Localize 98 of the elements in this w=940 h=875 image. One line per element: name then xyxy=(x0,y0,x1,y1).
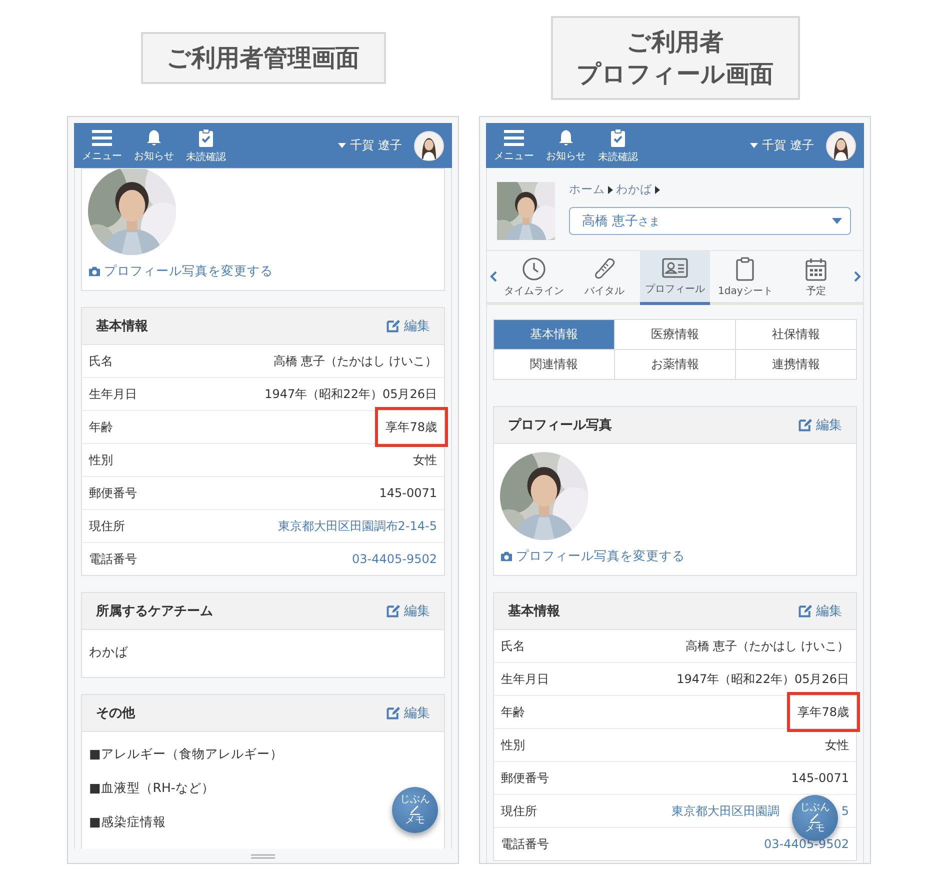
section-tab[interactable]: 関連情報 xyxy=(494,350,615,380)
breadcrumb-link[interactable]: ホーム xyxy=(569,182,605,197)
caret-icon xyxy=(655,186,660,194)
edit-link[interactable]: 編集 xyxy=(798,602,842,620)
edit-link[interactable]: 編集 xyxy=(798,416,842,434)
caret-icon xyxy=(750,143,758,148)
thermometer-icon xyxy=(592,257,617,281)
header-button[interactable]: お知らせ xyxy=(134,128,174,162)
header-button[interactable]: 未読確認 xyxy=(186,128,226,164)
edit-link[interactable]: 編集 xyxy=(386,317,430,335)
nav-tab[interactable]: 1dayシート xyxy=(710,251,781,305)
menu-icon xyxy=(504,128,524,146)
field-value: 高橋 恵子（たかはし けいこ） xyxy=(273,352,437,370)
section-tab[interactable]: お薬情報 xyxy=(615,350,736,380)
clipboard-check-icon xyxy=(610,128,626,148)
field-label: 現住所 xyxy=(501,802,537,820)
field-value: 女性 xyxy=(825,736,849,754)
edit-icon xyxy=(798,604,812,618)
patient-select[interactable]: 高橋 恵子さま xyxy=(569,207,851,235)
change-photo-link[interactable]: プロフィール写真を変更する xyxy=(494,540,691,575)
field-label: 郵便番号 xyxy=(89,484,137,502)
clipboard-icon xyxy=(735,257,756,281)
user-menu[interactable]: 千賀 遼子 xyxy=(750,137,814,154)
section-tab[interactable]: 医療情報 xyxy=(615,320,736,350)
field-label: 氏名 xyxy=(501,638,525,654)
team-name: わかば xyxy=(88,643,129,661)
caret-icon xyxy=(832,218,842,224)
edit-icon xyxy=(386,706,400,720)
field-label: 生年月日 xyxy=(89,386,137,402)
nav-tab[interactable]: タイムライン xyxy=(499,251,570,305)
calendar-icon xyxy=(804,257,827,281)
header-button[interactable]: メニュー xyxy=(82,128,122,162)
field-label: 性別 xyxy=(501,736,525,754)
field-value: 女性 xyxy=(413,452,437,468)
camera-icon xyxy=(500,551,513,562)
clock-icon xyxy=(522,257,546,281)
nav-tab[interactable]: バイタル xyxy=(569,251,640,305)
field-label: 郵便番号 xyxy=(501,770,549,786)
field-label: 電話番号 xyxy=(501,836,549,852)
edit-icon xyxy=(386,604,400,618)
card-title: 所属するケアチーム xyxy=(96,603,213,620)
pen-icon xyxy=(809,813,821,823)
edit-link[interactable]: 編集 xyxy=(386,704,430,722)
camera-icon xyxy=(88,266,101,277)
breadcrumb-link[interactable]: わかば xyxy=(616,182,652,197)
caret-icon xyxy=(338,143,346,148)
id-card-icon xyxy=(662,257,688,279)
list-item: ■アレルギー（食物アレルギー） xyxy=(89,746,283,763)
header-button[interactable]: お知らせ xyxy=(546,128,586,162)
user-avatar[interactable] xyxy=(414,130,444,160)
list-item: ■血液型（RH-など） xyxy=(89,780,214,797)
user-menu[interactable]: 千賀 遼子 xyxy=(338,137,402,154)
field-link[interactable]: 03-4405-9502 xyxy=(352,552,437,566)
field-value: 145-0071 xyxy=(791,771,849,785)
card-title: プロフィール写真 xyxy=(508,416,612,434)
field-value: 高橋 恵子（たかはし けいこ） xyxy=(685,638,849,654)
change-photo-link[interactable]: プロフィール写真を変更する xyxy=(82,255,279,290)
edit-link[interactable]: 編集 xyxy=(386,602,430,620)
nav-tab[interactable]: プロフィール xyxy=(640,251,710,305)
field-value: 享年78歳 xyxy=(798,704,849,720)
pen-icon xyxy=(409,805,421,815)
chevron-left-icon[interactable] xyxy=(490,271,496,282)
header-button[interactable]: メニュー xyxy=(494,128,534,162)
nav-tab[interactable]: 予定 xyxy=(780,251,852,305)
field-value: 1947年（昭和22年）05月26日 xyxy=(676,670,849,688)
field-label: 年齢 xyxy=(501,704,525,720)
field-value: 145-0071 xyxy=(379,486,437,500)
field-label: 電話番号 xyxy=(89,550,137,568)
field-label: 年齢 xyxy=(89,418,113,436)
card-title: その他 xyxy=(96,705,135,722)
card-title: 基本情報 xyxy=(96,318,148,335)
section-tab[interactable]: 社保情報 xyxy=(736,320,857,350)
clipboard-check-icon xyxy=(198,128,214,148)
bell-icon xyxy=(557,128,575,146)
field-link[interactable]: 東京都大田区田園調布2-14-5 xyxy=(278,518,437,534)
header-button[interactable]: 未読確認 xyxy=(598,128,638,164)
field-link[interactable]: 東京都大田区田園調 xyxy=(671,802,780,820)
user-avatar[interactable] xyxy=(826,130,856,160)
section-tab[interactable]: 基本情報 xyxy=(494,320,615,350)
bell-icon xyxy=(145,128,163,146)
edit-icon xyxy=(798,418,812,432)
list-item: ■感染症情報 xyxy=(89,814,166,831)
resize-handle[interactable] xyxy=(251,854,275,858)
field-label: 性別 xyxy=(89,452,113,468)
field-link[interactable]: 5 xyxy=(841,804,849,818)
field-value: 享年78歳 xyxy=(386,418,437,436)
screen-caption: ご利用者 プロフィール画面 xyxy=(550,16,800,100)
chevron-right-icon[interactable] xyxy=(854,271,861,282)
edit-icon xyxy=(386,319,400,333)
section-tab[interactable]: 連携情報 xyxy=(736,350,857,380)
field-label: 生年月日 xyxy=(501,670,549,688)
caret-icon xyxy=(608,186,613,194)
card-title: 基本情報 xyxy=(508,603,560,620)
screen-caption: ご利用者管理画面 xyxy=(140,32,386,84)
field-label: 氏名 xyxy=(89,352,113,370)
menu-icon xyxy=(92,128,112,146)
field-label: 現住所 xyxy=(89,518,125,534)
field-value: 1947年（昭和22年）05月26日 xyxy=(264,386,437,402)
